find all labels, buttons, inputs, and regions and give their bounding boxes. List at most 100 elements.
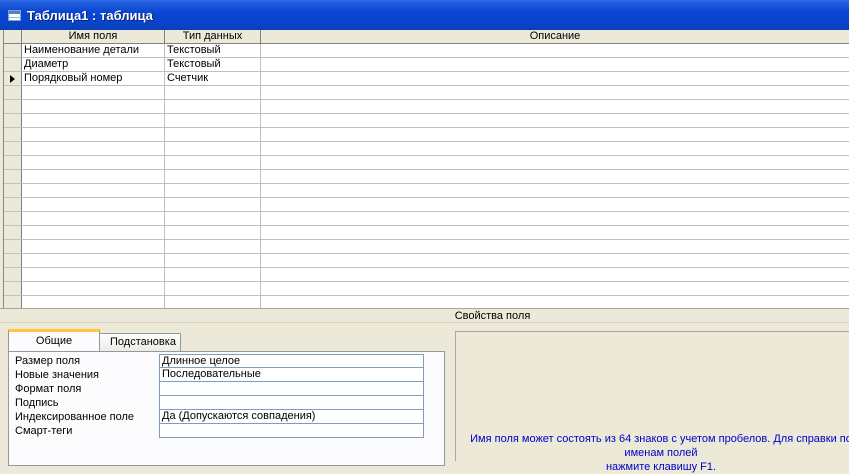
field-name-cell[interactable] xyxy=(22,296,165,308)
table-row[interactable] xyxy=(4,198,849,212)
data-type-cell[interactable] xyxy=(165,184,261,197)
column-header-field-name[interactable]: Имя поля xyxy=(22,30,165,43)
field-name-cell[interactable] xyxy=(22,282,165,295)
column-header-description[interactable]: Описание xyxy=(261,30,849,43)
description-cell[interactable] xyxy=(261,86,849,99)
data-type-cell[interactable] xyxy=(165,142,261,155)
data-type-cell[interactable] xyxy=(165,198,261,211)
property-value-field[interactable]: Длинное целое xyxy=(159,354,424,368)
table-row[interactable] xyxy=(4,142,849,156)
field-name-cell[interactable] xyxy=(22,226,165,239)
field-name-cell[interactable] xyxy=(22,184,165,197)
row-selector[interactable] xyxy=(4,268,22,281)
table-row[interactable] xyxy=(4,254,849,268)
row-selector[interactable] xyxy=(4,44,22,57)
data-type-cell[interactable] xyxy=(165,296,261,308)
field-name-cell[interactable] xyxy=(22,156,165,169)
data-type-cell[interactable] xyxy=(165,226,261,239)
row-selector[interactable] xyxy=(4,170,22,183)
description-cell[interactable] xyxy=(261,282,849,295)
row-selector[interactable] xyxy=(4,86,22,99)
table-row[interactable]: Диаметр Текстовый xyxy=(4,58,849,72)
row-selector[interactable] xyxy=(4,254,22,267)
field-name-cell[interactable] xyxy=(22,198,165,211)
property-value-field[interactable] xyxy=(159,424,424,438)
field-name-cell[interactable] xyxy=(22,212,165,225)
row-selector[interactable] xyxy=(4,100,22,113)
data-type-cell[interactable] xyxy=(165,212,261,225)
data-type-cell[interactable]: Текстовый xyxy=(165,58,261,71)
row-selector[interactable] xyxy=(4,184,22,197)
data-type-cell[interactable] xyxy=(165,100,261,113)
table-row[interactable] xyxy=(4,212,849,226)
data-type-cell[interactable] xyxy=(165,268,261,281)
row-selector[interactable] xyxy=(4,282,22,295)
data-type-cell[interactable] xyxy=(165,86,261,99)
table-row[interactable] xyxy=(4,282,849,296)
row-selector[interactable] xyxy=(4,114,22,127)
table-row[interactable] xyxy=(4,268,849,282)
data-type-cell[interactable]: Текстовый xyxy=(165,44,261,57)
data-type-cell[interactable] xyxy=(165,240,261,253)
description-cell[interactable] xyxy=(261,240,849,253)
data-type-cell[interactable] xyxy=(165,114,261,127)
field-name-cell[interactable] xyxy=(22,142,165,155)
row-selector[interactable] xyxy=(4,226,22,239)
description-cell[interactable] xyxy=(261,198,849,211)
property-value-field[interactable] xyxy=(159,382,424,396)
row-selector[interactable] xyxy=(4,58,22,71)
table-row[interactable] xyxy=(4,114,849,128)
column-header-data-type[interactable]: Тип данных xyxy=(165,30,261,43)
row-selector[interactable] xyxy=(4,296,22,308)
select-all-corner[interactable] xyxy=(4,30,22,43)
field-name-cell[interactable] xyxy=(22,128,165,141)
table-row[interactable] xyxy=(4,86,849,100)
table-row[interactable] xyxy=(4,184,849,198)
table-row[interactable] xyxy=(4,170,849,184)
data-type-cell[interactable] xyxy=(165,254,261,267)
table-row[interactable]: Порядковый номер Счетчик xyxy=(4,72,849,86)
description-cell[interactable] xyxy=(261,268,849,281)
description-cell[interactable] xyxy=(261,156,849,169)
data-type-cell[interactable] xyxy=(165,170,261,183)
property-value-field[interactable]: Последовательные xyxy=(159,368,424,382)
table-row[interactable] xyxy=(4,128,849,142)
row-selector[interactable] xyxy=(4,240,22,253)
row-selector[interactable] xyxy=(4,198,22,211)
field-name-cell[interactable] xyxy=(22,86,165,99)
field-name-cell[interactable]: Наименование детали xyxy=(22,44,165,57)
table-row[interactable] xyxy=(4,156,849,170)
data-type-cell[interactable]: Счетчик xyxy=(165,72,261,85)
field-name-cell[interactable]: Порядковый номер xyxy=(22,72,165,85)
description-cell[interactable] xyxy=(261,142,849,155)
row-selector[interactable] xyxy=(4,142,22,155)
description-cell[interactable] xyxy=(261,184,849,197)
description-cell[interactable] xyxy=(261,254,849,267)
table-row[interactable] xyxy=(4,240,849,254)
field-name-cell[interactable] xyxy=(22,170,165,183)
field-name-cell[interactable] xyxy=(22,254,165,267)
table-row[interactable] xyxy=(4,100,849,114)
field-name-cell[interactable] xyxy=(22,114,165,127)
description-cell[interactable] xyxy=(261,226,849,239)
description-cell[interactable] xyxy=(261,296,849,308)
description-cell[interactable] xyxy=(261,44,849,57)
field-name-cell[interactable]: Диаметр xyxy=(22,58,165,71)
row-selector[interactable] xyxy=(4,156,22,169)
field-name-cell[interactable] xyxy=(22,100,165,113)
field-name-cell[interactable] xyxy=(22,268,165,281)
description-cell[interactable] xyxy=(261,72,849,85)
description-cell[interactable] xyxy=(261,58,849,71)
description-cell[interactable] xyxy=(261,212,849,225)
table-icon[interactable] xyxy=(8,9,21,21)
table-row[interactable] xyxy=(4,226,849,240)
description-cell[interactable] xyxy=(261,100,849,113)
description-cell[interactable] xyxy=(261,114,849,127)
table-row[interactable] xyxy=(4,296,849,308)
tab-lookup[interactable]: Подстановка xyxy=(99,333,181,351)
description-cell[interactable] xyxy=(261,170,849,183)
data-type-cell[interactable] xyxy=(165,282,261,295)
property-value-field[interactable] xyxy=(159,396,424,410)
description-cell[interactable] xyxy=(261,128,849,141)
property-value-field[interactable]: Да (Допускаются совпадения) xyxy=(159,410,424,424)
